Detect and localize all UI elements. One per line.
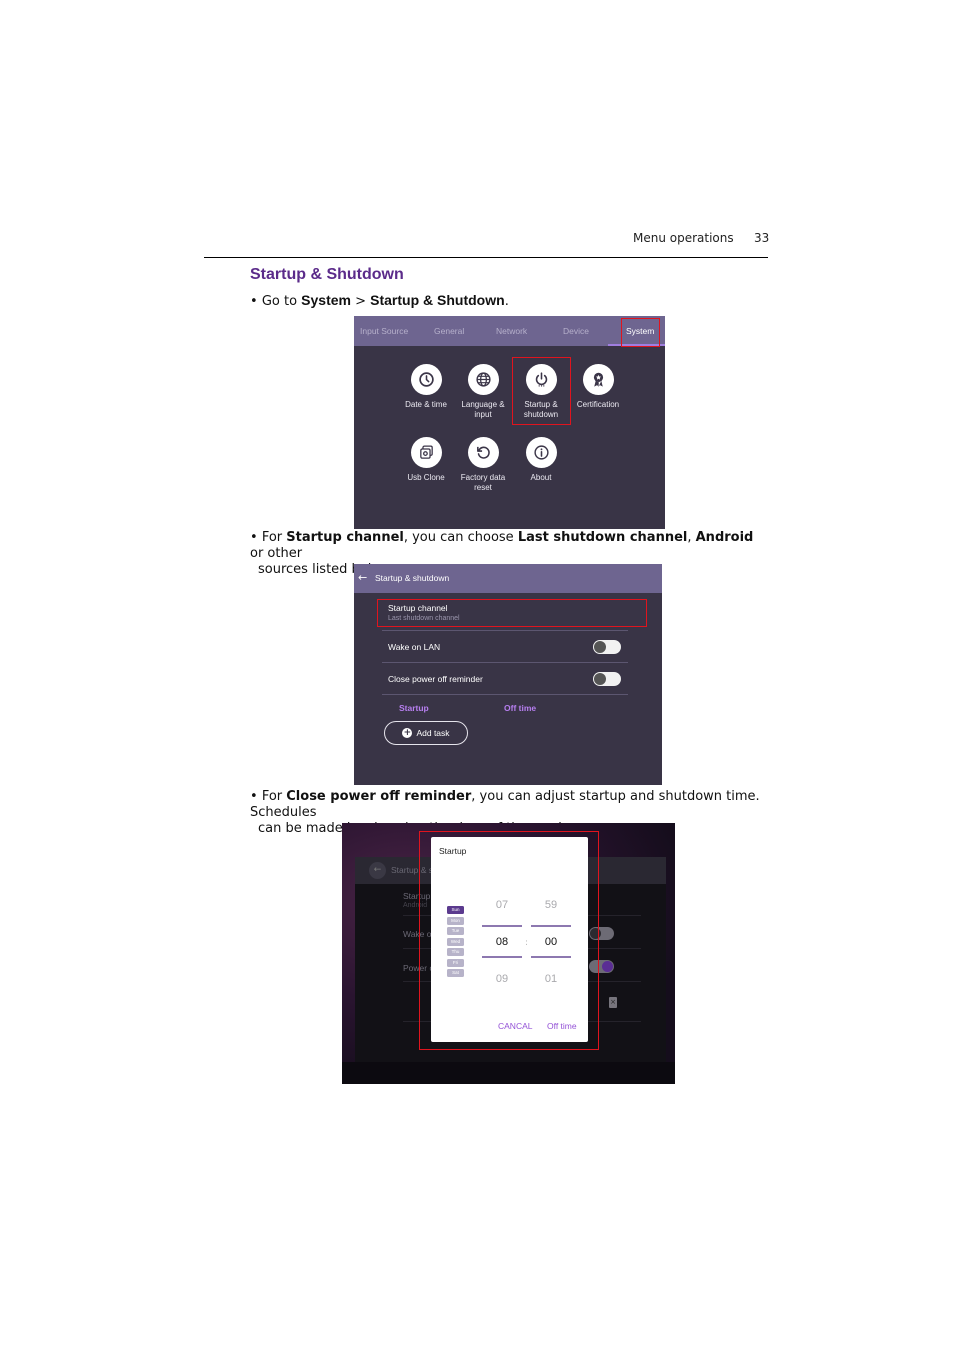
trash-icon: × <box>609 997 617 1008</box>
tile-usb-clone[interactable]: Usb Clone <box>396 437 456 483</box>
startup-shutdown-screenshot: ← Startup & shutdown Startup channel Las… <box>354 564 662 785</box>
highlight-box-dialog <box>419 831 599 1050</box>
tab-network[interactable]: Network <box>496 316 527 346</box>
bold-term: Android <box>695 530 754 545</box>
highlight-box-startup-shutdown <box>512 357 571 425</box>
divider <box>382 630 628 631</box>
tile-certification[interactable]: Certification <box>568 364 628 410</box>
screen-title: Startup & shutdown <box>375 573 450 583</box>
bold-term: Close power off reminder <box>286 789 472 804</box>
tab-input-source[interactable]: Input Source <box>360 316 408 346</box>
globe-icon <box>467 364 499 395</box>
close-power-off-reminder-toggle[interactable] <box>593 672 621 686</box>
column-startup: Startup <box>399 703 429 713</box>
bold-term: Last shutdown channel <box>517 530 688 545</box>
add-task-button[interactable]: + Add task <box>384 721 468 745</box>
title-bar: ← Startup & shutdown <box>354 564 662 593</box>
info-icon <box>525 437 557 468</box>
running-header-section: Menu operations <box>633 231 734 245</box>
arrow-left-icon[interactable]: ← <box>358 571 367 584</box>
plus-circle-icon: + <box>402 728 413 738</box>
tile-language-input[interactable]: Language & input <box>453 364 513 420</box>
bold-term: System <box>301 292 351 308</box>
bullet: • <box>250 530 258 545</box>
reset-icon <box>467 437 499 468</box>
header-rule <box>204 257 768 258</box>
bullet: • <box>250 294 258 309</box>
tab-device[interactable]: Device <box>563 316 589 346</box>
bullet: • <box>250 789 258 804</box>
column-off-time: Off time <box>504 703 537 713</box>
system-menu-screenshot: Input Source General Network Device Syst… <box>354 316 665 529</box>
settings-tab-bar: Input Source General Network Device Syst… <box>354 316 665 346</box>
divider <box>382 694 628 695</box>
highlight-box-system-tab <box>621 318 660 347</box>
divider <box>382 662 628 663</box>
section-title: Startup & Shutdown <box>250 266 404 283</box>
bold-term: Startup channel <box>286 530 404 545</box>
instruction-paragraph-1: • Go to System > Startup & Shutdown. <box>250 292 509 309</box>
startup-time-dialog-screenshot: ← Startup & s Startup Android Wake o Pow… <box>342 823 675 1084</box>
page-number: 33 <box>754 231 770 245</box>
wake-on-lan-toggle[interactable] <box>593 640 621 654</box>
usb-clone-icon <box>410 437 442 468</box>
tab-general[interactable]: General <box>434 316 464 346</box>
clock-icon <box>410 364 442 395</box>
tile-about[interactable]: About <box>511 437 571 483</box>
launcher-bar <box>342 1062 675 1084</box>
highlight-box-startup-channel <box>377 599 647 627</box>
tile-date-time[interactable]: Date & time <box>396 364 456 410</box>
tile-factory-reset[interactable]: Factory data reset <box>453 437 513 493</box>
bold-term: Startup & Shutdown <box>370 292 505 308</box>
award-ribbon-icon <box>582 364 614 395</box>
arrow-left-icon: ← <box>369 862 386 879</box>
